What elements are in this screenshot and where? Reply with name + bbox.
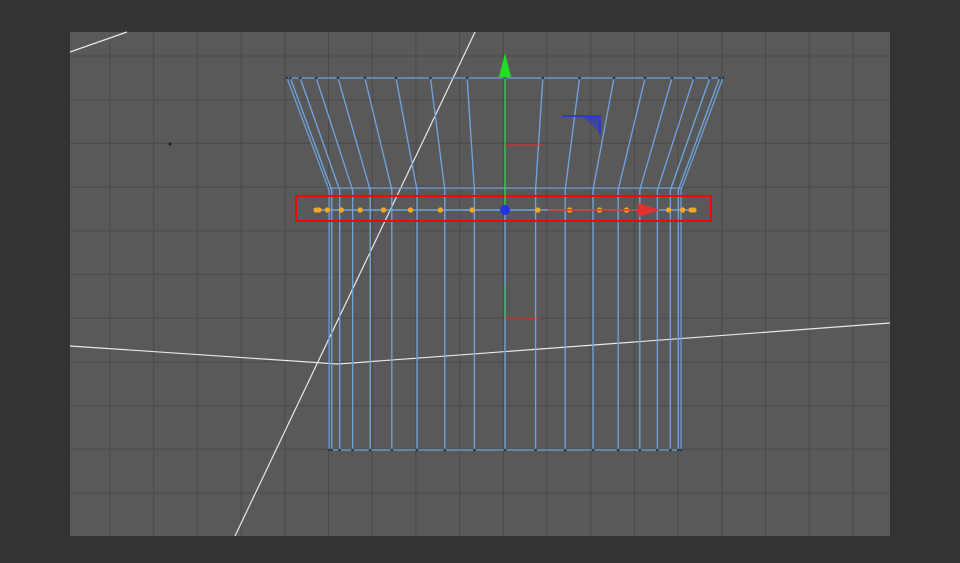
selected-point: [469, 207, 475, 213]
selected-point: [666, 207, 672, 213]
vertex: [368, 448, 372, 452]
vertex: [708, 76, 712, 80]
selected-point: [316, 207, 322, 213]
vertex: [638, 448, 642, 452]
3d-viewport[interactable]: [0, 0, 960, 563]
vertex: [473, 448, 476, 452]
vertex: [616, 448, 620, 452]
vertex: [718, 76, 721, 80]
gizmo-center-handle: [500, 205, 510, 215]
vertex: [578, 76, 581, 80]
vertex: [443, 448, 447, 452]
null-object-dot: [168, 142, 172, 146]
vertex: [327, 448, 331, 452]
selected-point: [680, 207, 686, 213]
vertex: [534, 448, 537, 452]
selected-point: [324, 207, 330, 213]
vertex: [363, 76, 367, 80]
selected-point: [407, 207, 414, 213]
vertex: [656, 448, 659, 452]
vertex: [289, 76, 292, 80]
vertex: [677, 448, 680, 452]
vertex: [721, 76, 725, 80]
vertex: [336, 76, 340, 80]
selected-point: [380, 207, 387, 213]
selected-point: [338, 207, 344, 213]
vertex: [351, 448, 354, 452]
vertex: [394, 76, 398, 80]
vertex: [541, 76, 545, 80]
vertex: [679, 448, 683, 452]
vertex: [298, 76, 302, 80]
vertex: [669, 448, 672, 452]
vertex: [314, 76, 318, 80]
vertex: [465, 76, 469, 80]
vertex: [643, 76, 647, 80]
selected-point: [437, 207, 443, 213]
vertex: [591, 448, 595, 452]
vertex: [415, 448, 419, 452]
vertex: [692, 76, 696, 80]
vertex: [285, 76, 289, 80]
selected-point: [535, 207, 541, 213]
vertex: [503, 448, 507, 452]
vertex: [338, 448, 341, 452]
selected-point: [688, 207, 694, 213]
vertex: [670, 76, 674, 80]
vertex: [612, 76, 616, 80]
vertex: [429, 76, 432, 80]
selected-point: [357, 207, 363, 213]
vertex: [563, 448, 567, 452]
vertex: [330, 448, 333, 452]
vertex: [390, 448, 394, 452]
viewport-canvas[interactable]: [70, 32, 890, 536]
